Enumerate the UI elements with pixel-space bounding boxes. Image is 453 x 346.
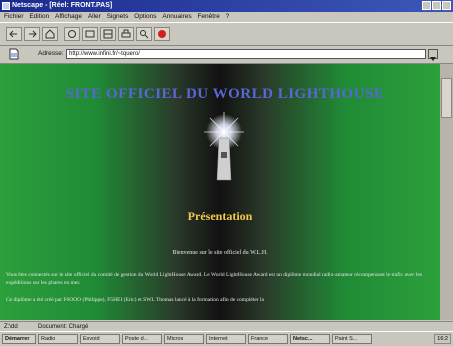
reload-icon: [68, 30, 76, 38]
address-input[interactable]: http://www.infini.fr/~tquero/: [66, 49, 426, 59]
forward-arrow-icon: [29, 30, 37, 38]
stop-button[interactable]: [154, 27, 170, 41]
taskbar-item[interactable]: Micros: [164, 334, 204, 344]
lighthouse-icon: [204, 112, 244, 181]
welcome-text: Bienvenue sur le site officiel du W.L.H.: [172, 250, 268, 256]
print-button[interactable]: [118, 27, 134, 41]
menu-fenetre[interactable]: Fenêtre: [197, 13, 219, 20]
system-tray-clock: 16:2: [434, 334, 451, 344]
menu-signets[interactable]: Signets: [107, 13, 129, 20]
taskbar-item[interactable]: Radio: [38, 334, 78, 344]
close-button[interactable]: [442, 1, 451, 10]
address-bar: Adresse: http://www.infini.fr/~tquero/: [0, 45, 453, 64]
scrollbar-thumb[interactable]: [441, 78, 452, 118]
open-icon: [103, 29, 113, 39]
images-icon: [85, 30, 95, 38]
taskbar: Démarrer Radio Exvoid Poste d... Micros …: [0, 331, 453, 346]
start-button[interactable]: Démarrer: [2, 334, 36, 344]
menu-help[interactable]: ?: [226, 13, 230, 20]
page-icon: [9, 48, 19, 60]
find-button[interactable]: [136, 27, 152, 41]
maximize-button[interactable]: [432, 1, 441, 10]
window-controls: [422, 1, 451, 10]
taskbar-item[interactable]: France: [248, 334, 288, 344]
netscape-icon: [2, 2, 10, 10]
back-arrow-icon: [9, 30, 17, 38]
history-paragraph: Ce diplôme a été créé par F6OOO (Philipp…: [6, 297, 264, 303]
chevron-down-icon: [430, 57, 436, 61]
menu-annuaires[interactable]: Annuaires: [162, 13, 191, 20]
browser-window: Netscape - [Réel: FRONT.PAS] Fichier Edi…: [0, 0, 453, 346]
minimize-button[interactable]: [422, 1, 431, 10]
address-label: Adresse:: [38, 50, 64, 57]
open-button[interactable]: [100, 27, 116, 41]
home-button[interactable]: [42, 27, 58, 41]
images-button[interactable]: [82, 27, 98, 41]
taskbar-item[interactable]: Paint S...: [332, 334, 372, 344]
print-icon: [121, 29, 131, 38]
vertical-scrollbar[interactable]: [440, 64, 453, 320]
taskbar-item[interactable]: Poste d...: [122, 334, 162, 344]
page-content: SITE OFFICIEL DU WORLD LIGHTHOUSE Présen…: [0, 64, 440, 320]
intro-paragraph: Vous êtes connectés sur le site officiel…: [6, 272, 423, 286]
window-title: Netscape - [Réel: FRONT.PAS]: [12, 2, 113, 9]
address-dropdown-button[interactable]: [428, 49, 438, 61]
reload-button[interactable]: [64, 27, 80, 41]
home-icon: [45, 29, 55, 39]
menu-fichier[interactable]: Fichier: [4, 13, 24, 20]
menu-affichage[interactable]: Affichage: [55, 13, 82, 20]
toolbar: [0, 22, 453, 46]
menu-edition[interactable]: Edition: [29, 13, 49, 20]
find-icon: [140, 30, 149, 39]
menu-bar: Fichier Edition Affichage Aller Signets …: [0, 12, 453, 22]
menu-aller[interactable]: Aller: [88, 13, 101, 20]
title-bar: Netscape - [Réel: FRONT.PAS]: [0, 0, 453, 12]
taskbar-item[interactable]: Internet: [206, 334, 246, 344]
forward-button[interactable]: [24, 27, 40, 41]
menu-options[interactable]: Options: [134, 13, 156, 20]
taskbar-item[interactable]: Exvoid: [80, 334, 120, 344]
site-title: SITE OFFICIEL DU WORLD LIGHTHOUSE: [65, 86, 385, 102]
stop-icon: [158, 30, 166, 38]
back-button[interactable]: [6, 27, 22, 41]
taskbar-item-active[interactable]: Netsc...: [290, 334, 330, 344]
section-heading: Présentation: [187, 209, 253, 223]
